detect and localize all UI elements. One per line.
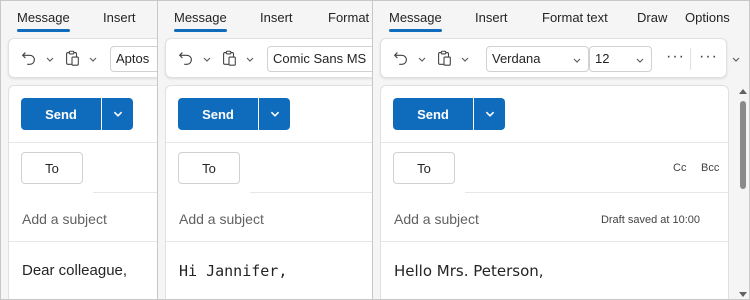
scrollbar-thumb[interactable] — [740, 101, 746, 189]
ribbon-tabs: Message Insert — [1, 1, 157, 35]
compose-window-3: Message Insert Format text Draw Options … — [372, 0, 750, 300]
bcc-button[interactable]: Bcc — [701, 162, 719, 174]
undo-icon[interactable] — [19, 48, 39, 68]
subject-input[interactable]: Add a subject — [394, 211, 479, 227]
chevron-down-icon[interactable] — [245, 54, 255, 64]
chevron-down-icon[interactable] — [45, 54, 55, 64]
ribbon-toolbar: Comic Sans MS — [165, 38, 372, 78]
divider — [381, 241, 728, 242]
chevron-down-icon[interactable] — [417, 54, 427, 64]
ribbon-toolbar: Aptos — [8, 38, 157, 78]
tab-insert[interactable]: Insert — [103, 10, 136, 25]
more-formatting-button[interactable]: ··· — [666, 49, 685, 65]
send-button[interactable]: Send — [21, 98, 101, 130]
font-size-value: 12 — [595, 51, 610, 66]
font-name-select[interactable]: Comic Sans MS — [267, 46, 372, 72]
clipboard-icon[interactable] — [434, 48, 454, 68]
chevron-down-icon[interactable] — [460, 54, 470, 64]
compose-area: Send To Add a subject Dear colleague, — [8, 85, 157, 299]
divider — [381, 142, 728, 143]
compose-area: Send To Cc Bcc Add a subject Draft saved… — [380, 85, 729, 299]
to-button[interactable]: To — [21, 152, 83, 184]
chevron-down-icon — [270, 111, 279, 117]
message-body[interactable]: Hi Jannifer, — [179, 262, 287, 280]
clipboard-icon[interactable] — [219, 48, 239, 68]
compose-window-1: Message Insert Aptos Send To Add a subje… — [0, 0, 158, 300]
tab-format[interactable]: Format — [328, 10, 369, 25]
tab-message[interactable]: Message — [174, 10, 227, 32]
font-name-select[interactable]: Verdana — [486, 46, 589, 72]
send-button[interactable]: Send — [178, 98, 258, 130]
clipboard-icon[interactable] — [62, 48, 82, 68]
to-button[interactable]: To — [178, 152, 240, 184]
font-name-value: Verdana — [492, 51, 541, 66]
toolbar-separator — [690, 48, 691, 70]
chevron-down-icon — [636, 58, 644, 63]
undo-icon[interactable] — [176, 48, 196, 68]
chevron-down-icon[interactable] — [202, 54, 212, 64]
scroll-down-icon[interactable] — [739, 292, 747, 297]
message-body[interactable]: Hello Mrs. Peterson, — [394, 262, 544, 280]
chevron-down-icon[interactable] — [731, 54, 741, 64]
draft-status: Draft saved at 10:00 — [600, 214, 700, 226]
font-name-select[interactable]: Aptos — [110, 46, 157, 72]
send-options-button[interactable] — [101, 98, 133, 130]
to-field[interactable] — [93, 192, 157, 193]
compose-area: Send To Add a subject Hi Jannifer, — [165, 85, 372, 299]
undo-icon[interactable] — [391, 48, 411, 68]
divider — [9, 142, 157, 143]
divider — [9, 241, 157, 242]
chevron-down-icon — [573, 58, 581, 63]
send-button-group: Send — [21, 98, 133, 130]
ribbon-tabs: Message Insert Format — [158, 1, 372, 35]
tab-draw[interactable]: Draw — [637, 10, 667, 25]
divider — [166, 241, 372, 242]
compose-window-2: Message Insert Format Comic Sans MS Send… — [157, 0, 373, 300]
to-field[interactable] — [250, 192, 372, 193]
chevron-down-icon — [485, 111, 494, 117]
send-button[interactable]: Send — [393, 98, 473, 130]
ribbon-toolbar: Verdana 12 ··· ··· — [380, 38, 727, 78]
tab-format-text[interactable]: Format text — [542, 10, 608, 25]
font-size-select[interactable]: 12 — [589, 46, 652, 72]
ribbon-tabs: Message Insert Format text Draw Options — [373, 1, 749, 35]
tab-options[interactable]: Options — [685, 10, 730, 25]
tab-insert[interactable]: Insert — [260, 10, 293, 25]
tab-message[interactable]: Message — [17, 10, 70, 32]
message-body[interactable]: Dear colleague, — [22, 262, 127, 279]
tab-message[interactable]: Message — [389, 10, 442, 32]
send-options-button[interactable] — [473, 98, 505, 130]
chevron-down-icon[interactable] — [88, 54, 98, 64]
send-options-button[interactable] — [258, 98, 290, 130]
tab-insert[interactable]: Insert — [475, 10, 508, 25]
subject-input[interactable]: Add a subject — [179, 211, 264, 227]
chevron-down-icon — [113, 111, 122, 117]
to-button[interactable]: To — [393, 152, 455, 184]
vertical-scrollbar[interactable] — [737, 85, 749, 299]
to-field[interactable] — [465, 192, 728, 193]
more-options-button[interactable]: ··· — [699, 49, 718, 65]
subject-input[interactable]: Add a subject — [22, 211, 107, 227]
send-button-group: Send — [178, 98, 290, 130]
send-button-group: Send — [393, 98, 505, 130]
cc-button[interactable]: Cc — [673, 162, 686, 174]
scroll-up-icon[interactable] — [739, 89, 747, 94]
divider — [166, 142, 372, 143]
